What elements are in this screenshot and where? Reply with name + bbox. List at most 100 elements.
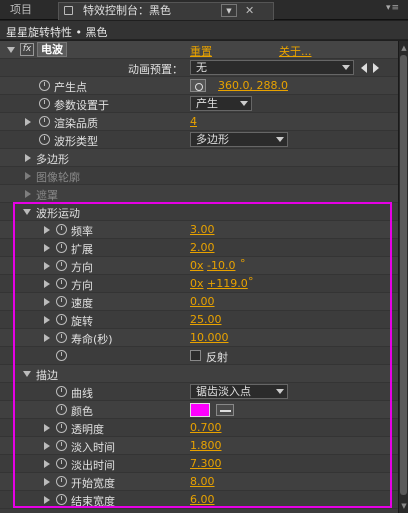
velocity-row: 速度 0.00 [0, 293, 398, 311]
twirl-icon[interactable] [44, 280, 50, 288]
fx-toggle-icon[interactable]: fx [20, 43, 34, 56]
wave-motion-group-row: 波形运动 [0, 203, 398, 221]
lock-icon[interactable] [64, 6, 73, 15]
twirl-icon[interactable] [44, 478, 50, 486]
effect-twirl-icon[interactable] [7, 47, 15, 53]
close-icon[interactable]: ✕ [245, 3, 254, 19]
twirl-icon[interactable] [23, 371, 31, 377]
reflection-checkbox[interactable] [190, 350, 201, 361]
opacity-value[interactable]: 0.700 [190, 421, 222, 434]
frequency-value[interactable]: 3.00 [190, 223, 215, 236]
lifespan-value[interactable]: 10.000 [190, 331, 229, 344]
render-quality-label: 渲染品质 [54, 117, 98, 130]
twirl-icon[interactable] [44, 334, 50, 342]
profile-row: 曲线 锯齿淡入点 [0, 383, 398, 401]
producer-point-value[interactable]: 360.0, 288.0 [218, 79, 288, 92]
wave-type-dropdown[interactable]: 多边形 [190, 132, 288, 147]
twirl-icon[interactable] [23, 209, 31, 215]
stopwatch-icon[interactable] [39, 98, 50, 109]
tab-effect-controls-label: 特效控制台：黑色 [83, 4, 171, 17]
scroll-down-icon[interactable]: ▼ [400, 501, 408, 511]
stopwatch-icon[interactable] [56, 404, 67, 415]
twirl-icon[interactable] [44, 316, 50, 324]
twirl-icon[interactable] [44, 442, 50, 450]
fade-in-value[interactable]: 1.800 [190, 439, 222, 452]
twirl-icon[interactable] [44, 298, 50, 306]
profile-label: 曲线 [71, 387, 93, 400]
stopwatch-icon[interactable] [56, 278, 67, 289]
producer-point-row: 产生点 360.0, 288.0 [0, 77, 398, 95]
direction2-degrees[interactable]: +119.0 [207, 277, 248, 290]
direction2-turns[interactable]: 0x [190, 277, 204, 290]
chevron-down-icon [276, 137, 284, 142]
direction-turns[interactable]: 0x [190, 259, 204, 272]
twirl-icon[interactable] [25, 154, 31, 162]
twirl-icon[interactable] [44, 460, 50, 468]
fade-in-label: 淡入时间 [71, 441, 115, 454]
stopwatch-icon[interactable] [56, 224, 67, 235]
twirl-icon[interactable] [44, 496, 50, 504]
stopwatch-icon[interactable] [56, 440, 67, 451]
tab-effect-controls[interactable]: 特效控制台：黑色 ▼ ✕ [58, 2, 274, 20]
twirl-icon[interactable] [25, 172, 31, 180]
render-quality-value[interactable]: 4 [190, 115, 197, 128]
stopwatch-icon[interactable] [56, 296, 67, 307]
twirl-icon[interactable] [44, 262, 50, 270]
start-width-value[interactable]: 8.00 [190, 475, 215, 488]
stopwatch-icon[interactable] [56, 494, 67, 505]
chevron-down-icon [240, 101, 248, 106]
twirl-icon[interactable] [44, 226, 50, 234]
stopwatch-icon[interactable] [56, 476, 67, 487]
about-link[interactable]: 关于... [279, 43, 312, 59]
profile-value: 锯齿淡入点 [196, 385, 251, 398]
twirl-icon[interactable] [25, 190, 31, 198]
opacity-label: 透明度 [71, 423, 104, 436]
stopwatch-icon[interactable] [56, 386, 67, 397]
wave-type-value: 多边形 [196, 133, 229, 146]
direction-degrees[interactable]: -10.0 [207, 259, 235, 272]
twirl-icon[interactable] [44, 424, 50, 432]
stopwatch-icon[interactable] [56, 242, 67, 253]
producer-point-label: 产生点 [54, 81, 87, 94]
stopwatch-icon[interactable] [56, 314, 67, 325]
panel-tab-bar: 项目 特效控制台：黑色 ▼ ✕ ▾≡ [0, 0, 408, 20]
scroll-up-icon[interactable]: ▲ [400, 43, 408, 53]
stopwatch-icon[interactable] [56, 350, 67, 361]
twirl-icon[interactable] [25, 118, 31, 126]
stopwatch-icon[interactable] [39, 134, 50, 145]
profile-dropdown[interactable]: 锯齿淡入点 [190, 384, 288, 399]
next-preset-icon[interactable] [373, 63, 379, 73]
expansion-value[interactable]: 2.00 [190, 241, 215, 254]
stopwatch-icon[interactable] [39, 116, 50, 127]
animation-preset-dropdown[interactable]: 无 [190, 60, 354, 75]
end-width-value[interactable]: 6.00 [190, 493, 215, 506]
vertical-scrollbar[interactable]: ▲ ▼ [398, 41, 408, 513]
velocity-value[interactable]: 0.00 [190, 295, 215, 308]
stopwatch-icon[interactable] [39, 80, 50, 91]
param-settings-dropdown[interactable]: 产生 [190, 96, 252, 111]
effect-name[interactable]: 电波 [37, 42, 67, 57]
stopwatch-icon[interactable] [56, 260, 67, 271]
fade-out-value[interactable]: 7.300 [190, 457, 222, 470]
reflection-label: 反射 [206, 351, 228, 364]
prev-preset-icon[interactable] [361, 63, 367, 73]
chevron-down-icon [276, 389, 284, 394]
color-swatch[interactable] [190, 403, 210, 417]
spin-row: 旋转 25.00 [0, 311, 398, 329]
twirl-icon[interactable] [44, 244, 50, 252]
stopwatch-icon[interactable] [56, 332, 67, 343]
scroll-thumb[interactable] [400, 55, 407, 495]
stopwatch-icon[interactable] [56, 458, 67, 469]
reset-link[interactable]: 重置 [190, 43, 212, 59]
color-label: 颜色 [71, 405, 93, 418]
crosshair-icon[interactable] [190, 79, 206, 92]
spin-value[interactable]: 25.00 [190, 313, 222, 326]
lifespan-row: 寿命(秒) 10.000 [0, 329, 398, 347]
panel-menu-icon[interactable]: ▾≡ [386, 3, 400, 13]
layer-dropdown-button[interactable]: ▼ [221, 4, 237, 17]
stopwatch-icon[interactable] [56, 422, 67, 433]
effect-controls-panel: fx 电波 重置 关于... 动画预置： 无 产生点 360.0, 288.0 … [0, 41, 398, 513]
wave-type-row: 波形类型 多边形 [0, 131, 398, 149]
tab-projects[interactable]: 项目 [4, 2, 38, 20]
eyedropper-icon[interactable] [216, 404, 234, 416]
